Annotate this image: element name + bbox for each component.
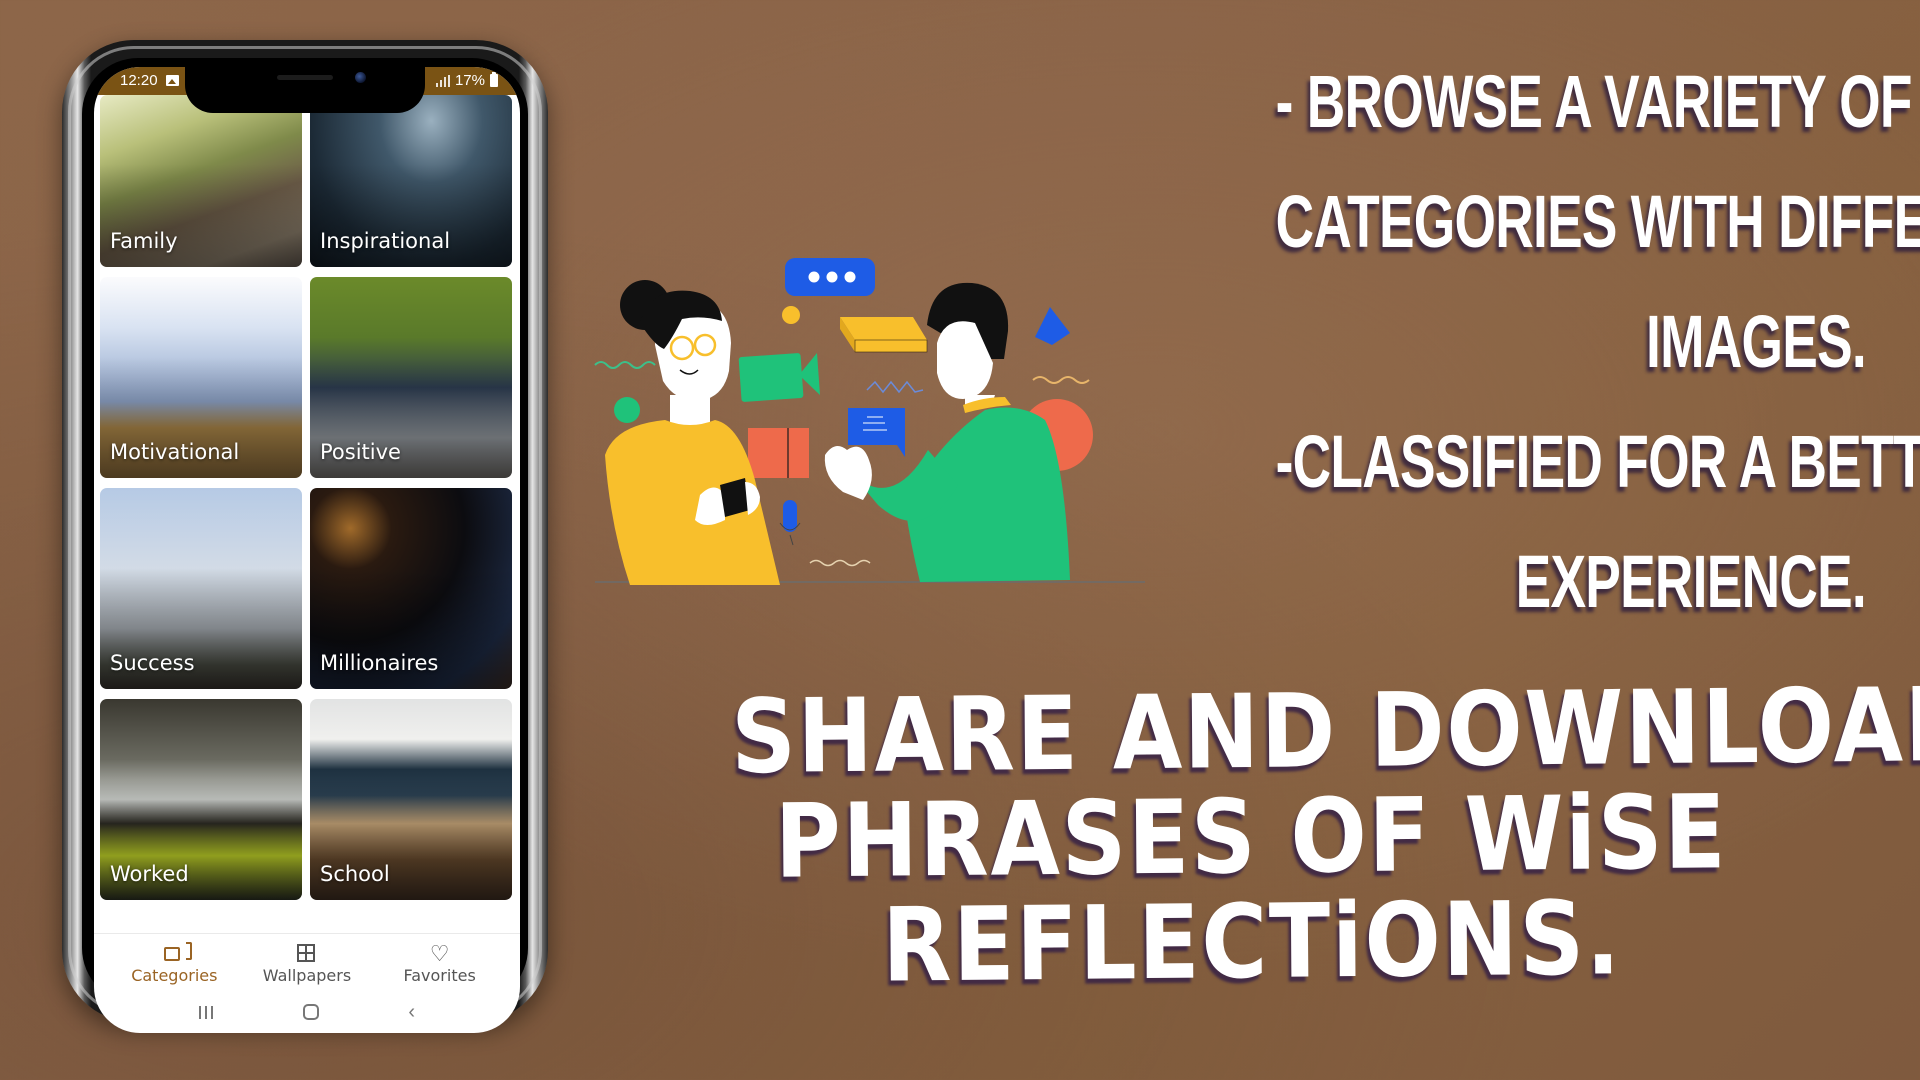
category-card-success[interactable]: Success <box>100 488 302 689</box>
wave-decoration <box>1032 376 1090 384</box>
signal-icon <box>435 74 450 87</box>
category-grid: Family Inspirational Motivational Positi… <box>100 95 514 900</box>
system-navigation-bar: ‹ <box>94 997 520 1027</box>
conversation-illustration <box>594 258 1145 585</box>
front-camera <box>355 72 366 83</box>
yellow-dot <box>782 306 800 324</box>
back-icon[interactable]: ‹ <box>408 1002 415 1022</box>
nav-tab-favorites[interactable]: ♡ Favorites <box>380 934 500 993</box>
category-card-worked[interactable]: Worked <box>100 699 302 900</box>
category-card-school[interactable]: School <box>310 699 512 900</box>
feature-line: EXPERIENCE. <box>1515 540 1867 623</box>
category-label: Family <box>110 229 178 253</box>
gallery-notification-icon <box>166 75 179 86</box>
grid-icon <box>296 944 317 964</box>
nav-label: Wallpapers <box>262 966 352 985</box>
category-card-motivational[interactable]: Motivational <box>100 277 302 478</box>
battery-icon <box>490 72 498 87</box>
category-card-inspirational[interactable]: Inspirational <box>310 95 512 267</box>
headline-line: SHARE AND DOWNLOAD <box>730 665 1920 798</box>
wave-decoration <box>809 559 871 567</box>
category-card-millionaires[interactable]: Millionaires <box>310 488 512 689</box>
category-label: Motivational <box>110 440 240 464</box>
green-dot <box>614 397 640 423</box>
category-card-family[interactable]: Family <box>100 95 302 267</box>
recent-apps-icon[interactable] <box>198 1005 213 1019</box>
earpiece-speaker <box>277 75 333 80</box>
nav-tab-categories[interactable]: Categories <box>114 934 234 993</box>
nav-label: Favorites <box>403 966 476 985</box>
typing-bubble-icon <box>785 258 875 296</box>
categories-icon <box>164 944 184 964</box>
category-label: Inspirational <box>320 229 451 253</box>
headline: SHARE AND DOWNLOAD PHRASES OF WiSE REFLE… <box>730 665 1920 1006</box>
feature-line: -CLASSIFIED FOR A BETTER <box>1275 420 1920 503</box>
category-label: Positive <box>320 440 401 464</box>
wave-decoration <box>594 361 656 369</box>
microphone-icon <box>779 500 801 546</box>
category-label: Success <box>110 651 195 675</box>
phone-mockup: 12:20 17% Family Inspirational Motivatio… <box>62 40 548 1033</box>
feature-line: - BROWSE A VARIETY OF <box>1275 60 1913 143</box>
zigzag-decoration <box>866 380 924 394</box>
category-label: Worked <box>110 862 189 886</box>
status-right: 17% <box>435 72 498 89</box>
category-label: Millionaires <box>320 651 439 675</box>
yellow-box-shape <box>840 317 928 353</box>
book-shape <box>748 428 809 478</box>
video-camera-icon <box>738 353 820 402</box>
feature-description: - BROWSE A VARIETY OF CATEGORIES WITH DI… <box>1275 42 1920 642</box>
nav-tab-wallpapers[interactable]: Wallpapers <box>247 934 367 993</box>
pyramid-shape <box>1035 307 1070 345</box>
headline-line: REFLECTiONS. <box>881 879 1623 1006</box>
feature-line: CATEGORIES WITH DIFFERENT <box>1275 180 1920 263</box>
heart-icon: ♡ <box>429 941 450 966</box>
bottom-navigation: Categories Wallpapers ♡ Favorites <box>94 933 520 993</box>
home-icon[interactable] <box>302 1004 319 1020</box>
feature-line: IMAGES. <box>1646 300 1867 383</box>
category-card-positive[interactable]: Positive <box>310 277 512 478</box>
phone-screen: 12:20 17% Family Inspirational Motivatio… <box>94 67 520 1033</box>
status-time: 12:20 <box>120 72 158 89</box>
battery-percent: 17% <box>454 72 485 89</box>
category-label: School <box>320 862 390 886</box>
nav-label: Categories <box>131 966 218 985</box>
headline-line: PHRASES OF WiSE <box>774 773 1728 902</box>
phone-notch <box>185 58 425 113</box>
